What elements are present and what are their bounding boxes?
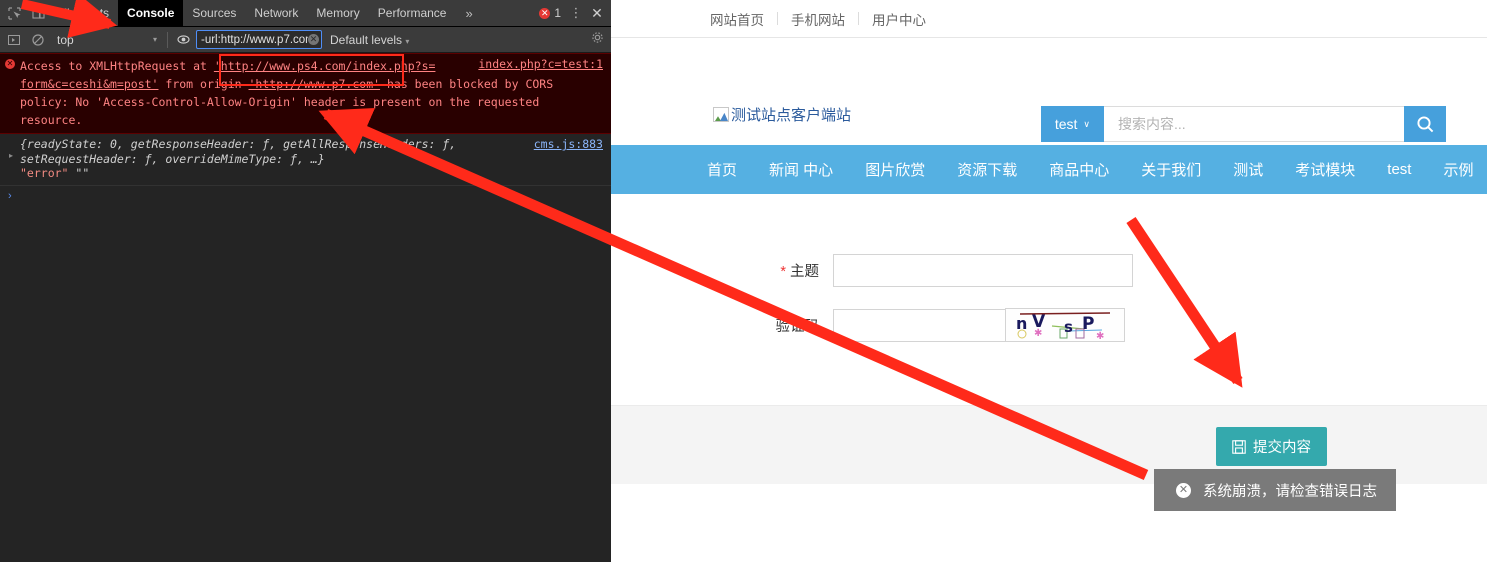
console-toolbar: top ▾ -url:http://www.p7.com ✕ Default l… [0, 27, 611, 53]
tab-elements[interactable]: Elements [50, 0, 118, 27]
log-level-select[interactable]: Default levels ▾ [324, 33, 415, 47]
device-toolbar-icon[interactable] [26, 1, 50, 25]
topbar-link-home[interactable]: 网站首页 [710, 9, 764, 29]
console-log-message[interactable]: ▸ cms.js:883 {readyState: 0, getResponse… [0, 134, 611, 186]
console-messages[interactable]: ✕ index.php?c=test:1 Access to XMLHttpRe… [0, 53, 611, 562]
log-empty-string: "" [75, 166, 90, 181]
filter-value: -url:http://www.p7.com [201, 33, 308, 46]
execute-icon[interactable] [3, 29, 25, 51]
tab-console[interactable]: Console [118, 0, 184, 27]
tab-performance[interactable]: Performance [369, 0, 456, 27]
error-icon: ✕ [5, 59, 15, 69]
subject-label-text: 主题 [790, 264, 819, 280]
topbar-divider [777, 12, 778, 25]
toast-message: 系统崩溃，请检查错误日志 [1203, 483, 1377, 500]
topbar-link-usercenter[interactable]: 用户中心 [872, 9, 926, 29]
toolbar-divider [167, 31, 168, 48]
execution-context-value: top [57, 32, 74, 47]
error-count-value: 1 [554, 6, 561, 20]
log-error-string: "error" [20, 166, 69, 181]
tab-network[interactable]: Network [245, 0, 307, 27]
execution-context-select[interactable]: top ▾ [51, 33, 163, 47]
nav-item-about[interactable]: 关于我们 [1141, 159, 1201, 180]
submit-button-label: 提交内容 [1253, 440, 1311, 456]
subject-label: * 主题 [663, 260, 833, 281]
nav-item-gallery[interactable]: 图片欣赏 [865, 159, 925, 180]
annotation-highlight-box [219, 54, 404, 86]
gear-icon[interactable] [586, 31, 608, 49]
tab-sources[interactable]: Sources [183, 0, 245, 27]
logo-alt-text: 测试站点客户端站 [731, 107, 852, 124]
nav-item-downloads[interactable]: 资源下载 [957, 159, 1017, 180]
broken-image-icon [713, 107, 729, 122]
topbar-divider [858, 12, 859, 25]
clear-console-icon[interactable] [27, 29, 49, 51]
live-expression-icon[interactable] [172, 29, 194, 51]
log-level-value: Default levels [330, 32, 403, 47]
nav-item-news[interactable]: 新闻 中心 [769, 159, 833, 180]
error-badge-icon: ✕ [539, 7, 551, 19]
close-icon[interactable]: ✕ [585, 5, 609, 22]
nav-item-products[interactable]: 商品中心 [1049, 159, 1109, 180]
error-part1: Access to XMLHttpRequest at [20, 59, 214, 73]
site-header: 测试站点客户端站 test ∨ 搜索内容... [611, 38, 1487, 145]
submit-button[interactable]: 提交内容 [1216, 427, 1327, 466]
devtools-menu-icon[interactable]: ⋮ [567, 5, 585, 21]
required-marker: * [780, 264, 786, 280]
devtools-tabbar: Elements Console Sources Network Memory … [0, 0, 611, 27]
site-logo[interactable]: 测试站点客户端站 [713, 104, 851, 125]
captcha-label: 验证码 [775, 318, 820, 335]
main-navigation: 首页 新闻 中心 图片欣赏 资源下载 商品中心 关于我们 测试 考试模块 tes… [611, 145, 1487, 194]
svg-text:n: n [1016, 314, 1027, 333]
prompt-chevron-icon: › [8, 189, 12, 202]
search-category-dropdown[interactable]: test ∨ [1040, 106, 1104, 142]
form-row-subject: * 主题 [663, 254, 1133, 287]
tab-memory[interactable]: Memory [307, 0, 368, 27]
console-prompt[interactable]: › [0, 186, 611, 208]
console-filter-input[interactable]: -url:http://www.p7.com ✕ [196, 30, 322, 49]
search-icon [1416, 115, 1433, 132]
screenshot-root: Elements Console Sources Network Memory … [0, 0, 1487, 562]
inspect-element-icon[interactable] [2, 1, 26, 25]
log-second-line: "error" "" [20, 166, 603, 181]
website-viewport: 网站首页 手机网站 用户中心 测试站点客户端站 test ∨ 搜索内容... 首… [611, 0, 1487, 562]
chevron-down-icon: ▾ [405, 36, 410, 46]
captcha-input[interactable] [833, 308, 1006, 342]
chevron-down-icon: ▾ [152, 35, 157, 44]
nav-item-exam[interactable]: 考试模块 [1295, 159, 1355, 180]
svg-text:s: s [1064, 318, 1073, 336]
save-icon [1232, 439, 1246, 454]
search-input[interactable]: 搜索内容... [1104, 106, 1404, 142]
more-tabs-button[interactable]: » [455, 6, 482, 21]
nav-item-test-en[interactable]: test [1387, 161, 1411, 178]
content-form: * 主题 验证码 ✱ ✱ n V s P [611, 194, 1487, 404]
chevron-down-icon: ∨ [1083, 118, 1090, 129]
captcha-image[interactable]: ✱ ✱ n V s P [1005, 308, 1125, 342]
clear-filter-icon[interactable]: ✕ [308, 34, 319, 45]
error-circle-icon: ✕ [1176, 482, 1191, 498]
search-bar: test ∨ 搜索内容... [1040, 106, 1446, 142]
form-row-captcha: 验证码 ✱ ✱ n V s P [663, 308, 1125, 342]
svg-text:✱: ✱ [1096, 331, 1104, 341]
log-source-link[interactable]: cms.js:883 [534, 137, 603, 151]
nav-item-home[interactable]: 首页 [707, 159, 737, 180]
subject-input[interactable] [833, 254, 1133, 287]
expand-triangle-icon[interactable]: ▸ [9, 151, 13, 160]
search-button[interactable] [1404, 106, 1446, 142]
error-source-link[interactable]: index.php?c=test:1 [478, 57, 603, 71]
nav-item-test[interactable]: 测试 [1233, 159, 1263, 180]
topbar-link-mobile[interactable]: 手机网站 [791, 9, 845, 29]
site-topbar: 网站首页 手机网站 用户中心 [611, 0, 1487, 38]
error-toast[interactable]: ✕ 系统崩溃，请检查错误日志 [1154, 469, 1396, 511]
svg-text:P: P [1082, 314, 1094, 334]
search-category-value: test [1054, 116, 1078, 132]
nav-item-example[interactable]: 示例 [1443, 159, 1473, 180]
log-object-preview: {readyState: 0, getResponseHeader: ƒ, ge… [20, 137, 457, 166]
error-count-indicator[interactable]: ✕ 1 [539, 6, 567, 20]
svg-text:V: V [1032, 312, 1046, 332]
